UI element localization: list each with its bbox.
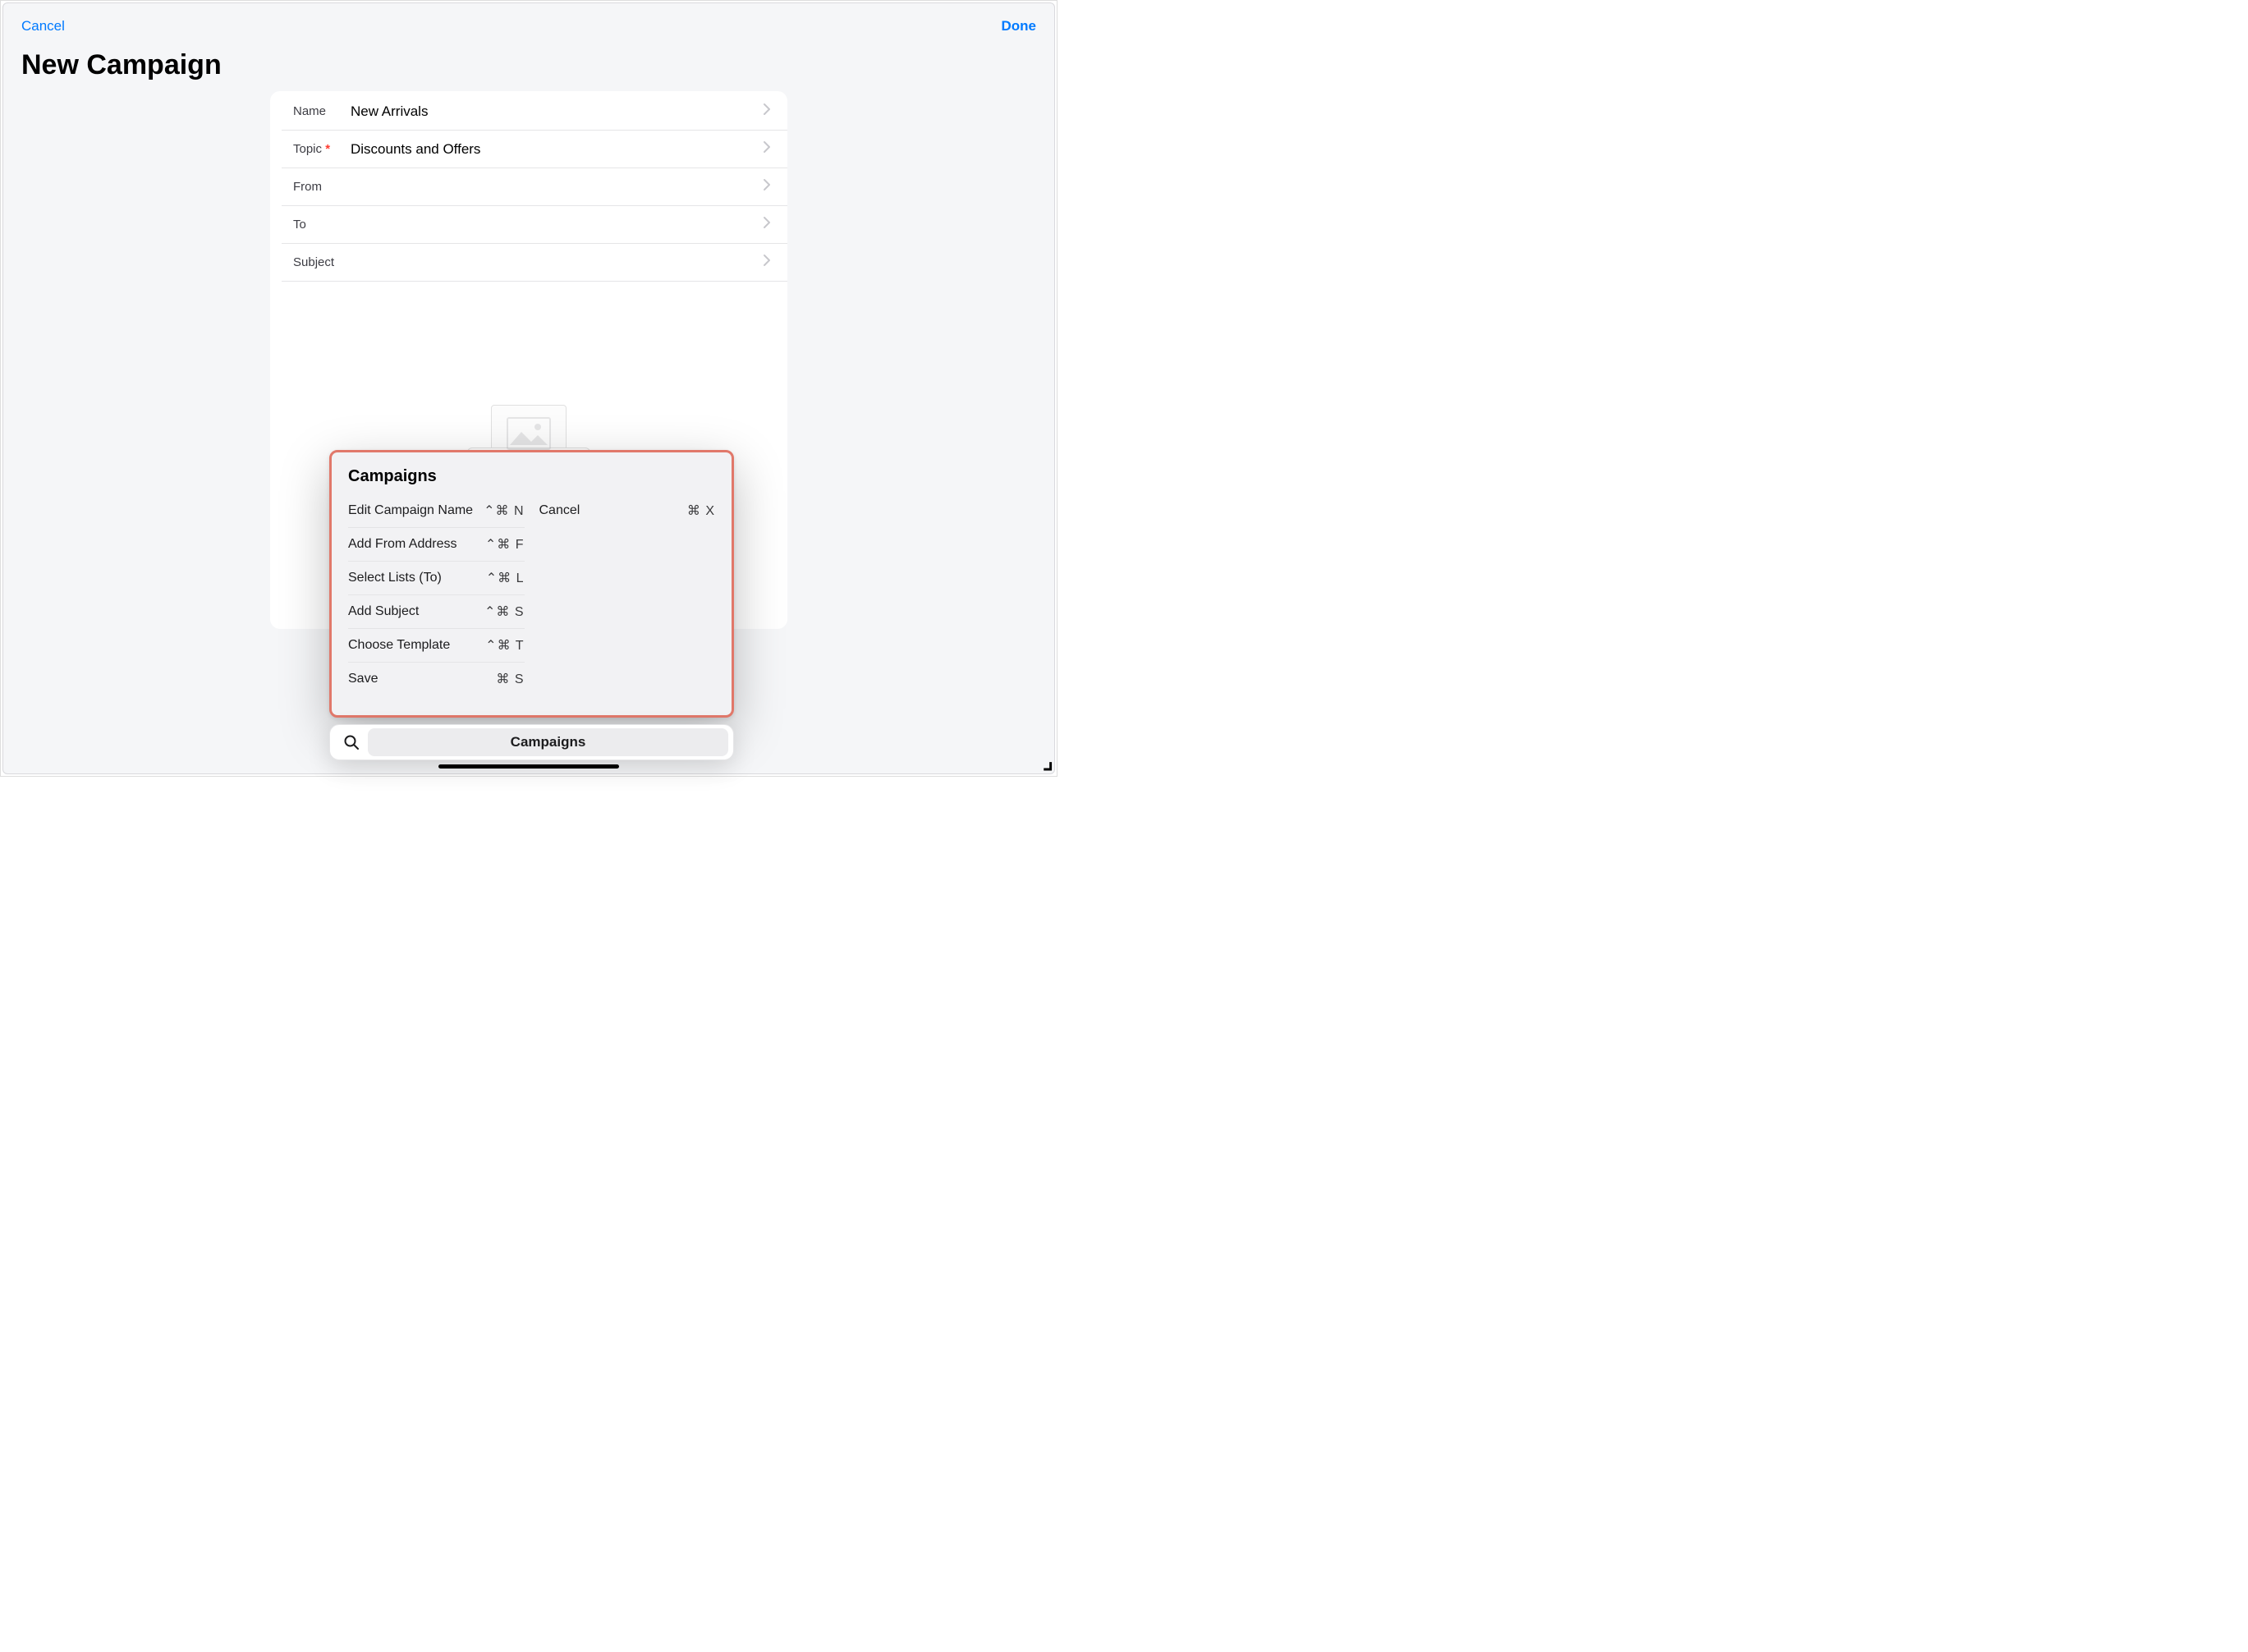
shortcuts-col-right: Cancel ⌘ X (539, 494, 716, 695)
shortcut-keys: ⌃⌘ S (484, 603, 525, 620)
field-subject[interactable]: Subject (282, 244, 787, 282)
shortcut-edit-name[interactable]: Edit Campaign Name ⌃⌘ N (348, 494, 525, 528)
shortcut-save[interactable]: Save ⌘ S (348, 663, 525, 695)
field-to[interactable]: To (282, 206, 787, 244)
shortcuts-title: Campaigns (348, 467, 715, 486)
shortcuts-col-left: Edit Campaign Name ⌃⌘ N Add From Address ⌃… (348, 494, 525, 695)
shortcut-cancel[interactable]: Cancel ⌘ X (539, 494, 716, 527)
field-topic[interactable]: Topic Discounts and Offers (282, 131, 787, 168)
field-name-value: New Arrivals (341, 103, 763, 120)
shortcut-keys: ⌘ X (687, 502, 715, 519)
shortcut-keys: ⌃⌘ T (485, 637, 524, 654)
shortcut-add-subject[interactable]: Add Subject ⌃⌘ S (348, 595, 525, 629)
field-name-label: Name (293, 104, 341, 118)
shortcut-keys: ⌃⌘ F (485, 536, 525, 553)
field-topic-value: Discounts and Offers (341, 141, 763, 158)
shortcut-label: Select Lists (To) (348, 571, 442, 585)
shortcut-keys: ⌘ S (496, 671, 524, 687)
shortcut-label: Choose Template (348, 638, 450, 653)
shortcut-keys: ⌃⌘ N (484, 502, 524, 519)
field-from[interactable]: From (282, 168, 787, 206)
shortcut-label: Cancel (539, 503, 580, 518)
cancel-button[interactable]: Cancel (21, 18, 65, 34)
chevron-right-icon (763, 216, 771, 233)
template-area: Choose Template (270, 282, 787, 473)
shortcut-label: Add From Address (348, 537, 457, 552)
chevron-right-icon (763, 140, 771, 158)
chevron-right-icon (763, 178, 771, 195)
shortcut-select-lists[interactable]: Select Lists (To) ⌃⌘ L (348, 562, 525, 595)
shortcut-label: Add Subject (348, 604, 419, 619)
chevron-right-icon (763, 254, 771, 271)
shortcut-label: Edit Campaign Name (348, 503, 473, 518)
campaigns-tab[interactable]: Campaigns (368, 728, 728, 756)
shortcut-choose-template[interactable]: Choose Template ⌃⌘ T (348, 629, 525, 663)
shortcut-add-from[interactable]: Add From Address ⌃⌘ F (348, 528, 525, 562)
page-title: New Campaign (3, 34, 1054, 91)
field-topic-label: Topic (293, 142, 341, 156)
field-to-label: To (293, 218, 341, 232)
home-indicator (438, 764, 619, 769)
resize-corner-icon: ⌟ (1043, 747, 1053, 774)
shortcut-label: Save (348, 672, 378, 686)
done-button[interactable]: Done (1002, 18, 1037, 34)
shortcuts-popover: Campaigns Edit Campaign Name ⌃⌘ N Add Fro… (329, 450, 734, 718)
shortcut-keys: ⌃⌘ L (486, 570, 525, 586)
field-name[interactable]: Name New Arrivals (282, 91, 787, 131)
bottom-pill: Campaigns (329, 724, 734, 760)
field-subject-label: Subject (293, 255, 341, 269)
field-from-label: From (293, 180, 341, 194)
search-icon[interactable] (335, 734, 368, 750)
chevron-right-icon (763, 103, 771, 120)
